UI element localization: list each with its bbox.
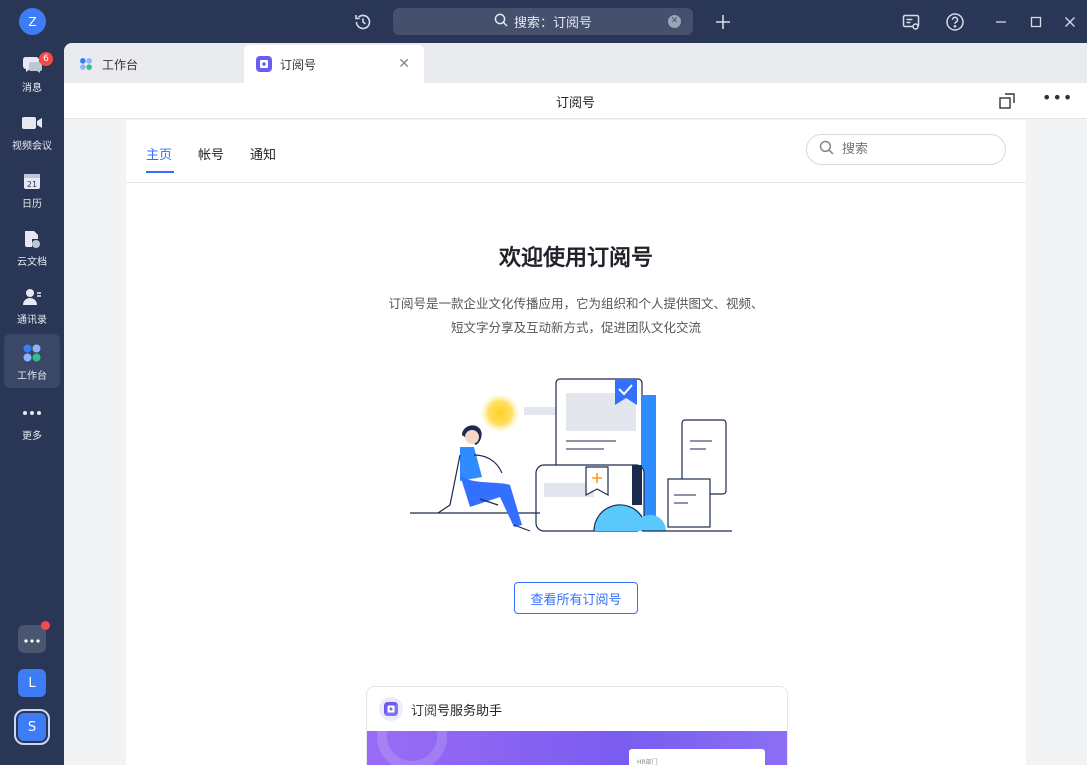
nav-accounts[interactable]: 帐号	[198, 144, 224, 163]
rail-item-calendar[interactable]: 21 日历	[4, 162, 60, 216]
rail-item-contacts[interactable]: 通讯录	[4, 278, 60, 332]
rail-item-more[interactable]: 更多	[4, 394, 60, 448]
workspace-switch-l[interactable]: L	[18, 669, 46, 697]
video-icon	[21, 112, 43, 134]
page-header: 订阅号 •••	[64, 83, 1087, 119]
tab-workspace[interactable]: 工作台	[78, 45, 238, 83]
content-search[interactable]	[806, 134, 1006, 165]
more-icon	[21, 402, 43, 424]
description-line-1: 订阅号是一款企业文化传播应用，它为组织和个人提供图文、视频、	[388, 296, 764, 311]
cloud-doc-icon	[21, 228, 43, 250]
calendar-icon: 21	[21, 170, 43, 192]
minimize-icon[interactable]	[989, 10, 1013, 34]
rail-item-cloud-docs[interactable]: 云文档	[4, 220, 60, 274]
subscription-icon	[256, 56, 272, 72]
close-window-icon[interactable]	[1058, 10, 1082, 34]
tab-subscription[interactable]: 订阅号 ✕	[244, 45, 424, 83]
history-icon[interactable]	[351, 10, 375, 34]
nav-notifications[interactable]: 通知	[250, 144, 276, 163]
tab-label: 工作台	[102, 57, 139, 72]
welcome-title: 欢迎使用订阅号	[498, 246, 653, 271]
workspace-icon	[21, 342, 43, 364]
banner-text: HR部门	[637, 759, 658, 765]
user-avatar[interactable]: Z	[19, 8, 46, 35]
rail-label-contacts: 通讯录	[17, 315, 47, 326]
active-tab-indicator	[146, 171, 174, 173]
notification-dot	[41, 621, 50, 630]
banner-decoration	[377, 701, 447, 765]
tab-label: 订阅号	[280, 57, 317, 72]
content-search-input[interactable]	[842, 142, 982, 157]
apps-more-icon	[24, 632, 40, 647]
welcome-description: 订阅号是一款企业文化传播应用，它为组织和个人提供图文、视频、 短文字分享及互动新…	[346, 292, 806, 340]
rail-label-more: 更多	[22, 431, 42, 442]
page-title: 订阅号	[555, 96, 595, 111]
rail-item-workspace[interactable]: 工作台	[4, 334, 60, 388]
global-search[interactable]: 搜索：订阅号 ✕	[393, 8, 693, 35]
unread-badge: 6	[39, 52, 53, 66]
title-bar: Z 搜索：订阅号 ✕	[0, 0, 1087, 43]
tab-bar: 工作台 订阅号 ✕	[64, 43, 1087, 83]
main-window: 工作台 订阅号 ✕ 订阅号 ••• 主页 帐号 通知 搜索 欢迎使用订阅号 订阅…	[64, 43, 1087, 765]
maximize-icon[interactable]	[1024, 10, 1048, 34]
rail-label-workspace: 工作台	[17, 371, 47, 382]
clear-search-icon[interactable]: ✕	[668, 15, 681, 28]
subscription-home: 主页 帐号 通知 欢迎使用订阅号 订阅号是一款企业文化传播应用，它为组织和个人提…	[126, 120, 1026, 765]
notification-settings-icon[interactable]	[899, 10, 923, 34]
nav-home[interactable]: 主页	[146, 144, 172, 163]
apps-more-button[interactable]	[18, 621, 50, 653]
rail-item-video-meeting[interactable]: 视频会议	[4, 104, 60, 158]
service-assistant-card[interactable]: 订阅号服务助手 HR部门	[366, 686, 788, 765]
rail-label-messages: 消息	[22, 83, 42, 94]
left-rail: 消息 6 视频会议 21 日历 云文档 通讯录 工作台 更多 L S	[0, 43, 64, 765]
workspace-icon	[78, 56, 94, 72]
card-banner: HR部门	[367, 701, 787, 765]
welcome-illustration	[410, 375, 736, 535]
help-icon[interactable]	[943, 10, 967, 34]
workspace-switch-s[interactable]: S	[14, 709, 50, 745]
contacts-icon	[21, 286, 43, 308]
more-options-icon[interactable]: •••	[1042, 88, 1073, 107]
view-all-subscriptions-button[interactable]: 查看所有订阅号	[514, 582, 638, 614]
global-search-placeholder: 搜索：订阅号	[513, 16, 592, 31]
banner-paper: HR部门	[629, 749, 765, 765]
rail-item-messages[interactable]: 消息 6	[4, 46, 60, 100]
close-tab-icon[interactable]: ✕	[398, 56, 410, 72]
rail-label-cloud-docs: 云文档	[17, 257, 47, 268]
description-line-2: 短文字分享及互动新方式，促进团队文化交流	[450, 320, 701, 335]
rail-label-video-meeting: 视频会议	[12, 141, 52, 152]
add-icon[interactable]	[711, 10, 735, 34]
open-in-window-icon[interactable]	[998, 92, 1016, 110]
svg-text:21: 21	[27, 180, 37, 189]
rail-label-calendar: 日历	[22, 199, 42, 210]
search-icon	[494, 13, 508, 31]
content-nav: 主页 帐号 通知	[126, 120, 1026, 183]
search-icon	[819, 140, 834, 159]
